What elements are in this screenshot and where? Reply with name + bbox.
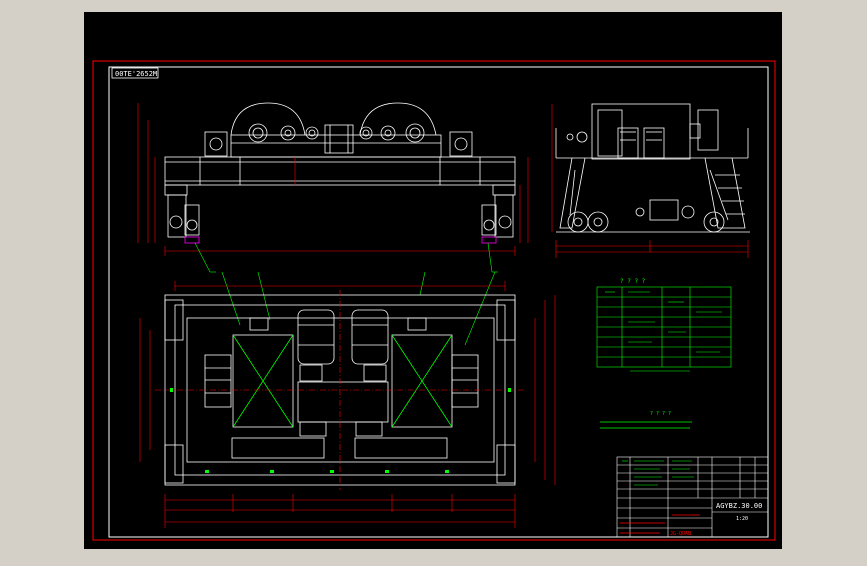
- stamp-text: 00TE'2652M: [115, 70, 157, 78]
- title-block-code: JG-QUAN: [670, 531, 691, 537]
- drawing-sheet: [84, 12, 782, 549]
- scale-text: 1:20: [736, 516, 748, 522]
- drawing-number: AGYBZ.30.00: [716, 502, 762, 510]
- cad-viewport[interactable]: 00TE'2652M ? ? ? ? ? ? ? ? AGYBZ.30.00 1…: [0, 0, 867, 562]
- stamp-box: 00TE'2652M: [111, 67, 159, 79]
- parts-table-title: ? ? ? ?: [620, 278, 646, 285]
- technical-notes-title: ? ? ? ?: [650, 411, 671, 417]
- drawing-canvas: 00TE'2652M ? ? ? ? ? ? ? ? AGYBZ.30.00 1…: [84, 12, 782, 549]
